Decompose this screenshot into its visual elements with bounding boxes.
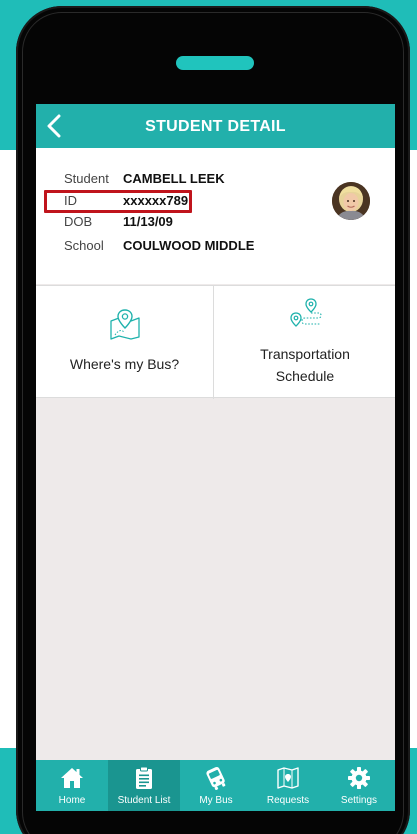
dob-value: 11/13/09 (123, 214, 173, 229)
school-label: School (64, 238, 104, 253)
home-icon (61, 768, 83, 788)
gear-icon (348, 767, 370, 789)
student-info-card: Student CAMBELL LEEK ID xxxxxx789 DOB 11… (36, 148, 395, 284)
phone-speaker (176, 56, 254, 70)
page-title: STUDENT DETAIL (145, 118, 286, 135)
tab-requests-label: Requests (266, 795, 310, 806)
tab-my-bus-label: My Bus (199, 795, 233, 806)
map-pin-icon (110, 309, 140, 340)
tab-home-label: Home (58, 795, 86, 806)
app-header: STUDENT DETAIL (36, 104, 395, 148)
tab-requests[interactable]: Requests (252, 760, 324, 811)
bus-icon (206, 766, 226, 790)
map-request-icon (277, 767, 299, 789)
tab-settings[interactable]: Settings (323, 760, 395, 811)
tab-student-list[interactable]: Student List (108, 760, 180, 811)
bottom-tab-bar: Home Student List My Bus Requests Settin… (36, 760, 395, 811)
id-highlight-box (44, 190, 192, 213)
wheres-my-bus-tile[interactable]: Where's my Bus? (36, 286, 214, 399)
dob-label: DOB (64, 214, 93, 229)
clipboard-icon (136, 766, 152, 789)
app-screen: STUDENT DETAIL Student CAMBELL LEEK ID x… (36, 104, 395, 811)
student-avatar (332, 182, 370, 220)
student-name-value: CAMBELL LEEK (123, 171, 225, 186)
tab-my-bus[interactable]: My Bus (180, 760, 252, 811)
student-label: Student (64, 171, 109, 186)
tab-student-list-label: Student List (117, 795, 171, 806)
transportation-schedule-tile[interactable]: Transportation Schedule (215, 286, 395, 399)
tab-settings-label: Settings (340, 795, 378, 806)
wheres-my-bus-label: Where's my Bus? (69, 356, 180, 372)
transportation-label-line1: Transportation (260, 346, 350, 362)
tab-home[interactable]: Home (36, 760, 108, 811)
transportation-label-line2: Schedule (275, 368, 335, 384)
action-tiles: Where's my Bus? Transportation Schedule (36, 285, 395, 399)
school-value: COULWOOD MIDDLE (123, 238, 255, 253)
route-schedule-icon (290, 298, 322, 327)
